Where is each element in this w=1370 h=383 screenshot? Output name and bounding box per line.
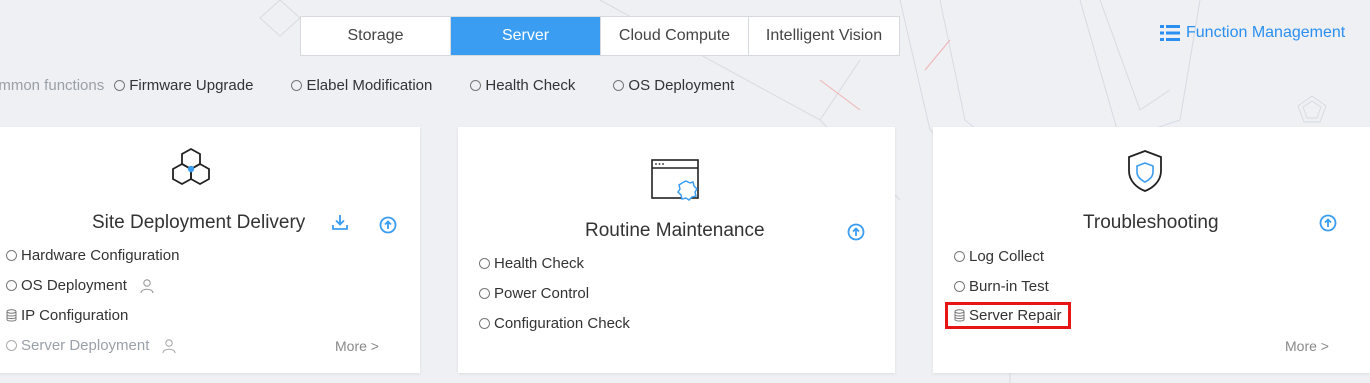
routine-item-label: Configuration Check: [494, 315, 630, 332]
common-function-os-deployment[interactable]: OS Deployment: [613, 77, 734, 94]
common-functions-label: ommon functions: [0, 76, 105, 94]
radio-icon: [114, 79, 126, 91]
common-function-elabel-modification[interactable]: Elabel Modification: [291, 77, 432, 94]
download-icon[interactable]: [331, 213, 349, 231]
site-item-label: Hardware Configuration: [21, 247, 180, 264]
tab-storage[interactable]: Storage: [301, 17, 451, 55]
radio-icon: [479, 288, 490, 299]
site-item-os-deployment[interactable]: OS Deployment: [6, 277, 155, 294]
shield-icon: [1128, 150, 1162, 192]
site-deployment-card: Site Deployment Delivery Hardware Config…: [0, 127, 420, 373]
user-icon: [140, 278, 154, 293]
site-deployment-title: Site Deployment Delivery: [92, 212, 306, 233]
tab-intelligent-vision[interactable]: Intelligent Vision: [749, 17, 899, 55]
radio-icon: [6, 250, 17, 261]
troubleshooting-title: Troubleshooting: [1083, 212, 1219, 233]
function-management-label: Function Management: [1186, 24, 1346, 41]
trouble-more-link[interactable]: More >: [1285, 338, 1329, 354]
common-function-health-check[interactable]: Health Check: [470, 77, 575, 94]
trouble-item-log-collect[interactable]: Log Collect: [954, 248, 1044, 265]
trouble-item-label: Log Collect: [969, 248, 1045, 265]
site-item-label: Server Deployment: [21, 337, 150, 354]
radio-icon: [954, 281, 965, 292]
troubleshooting-card: Troubleshooting Log Collect Burn-in Test…: [933, 127, 1370, 373]
radio-icon: [470, 79, 482, 91]
product-tabs: Storage Server Cloud Compute Intelligent…: [300, 16, 900, 56]
radio-icon: [479, 258, 490, 269]
routine-maintenance-card: Routine Maintenance Health Check Power C…: [458, 127, 895, 373]
trouble-item-label: Server Repair: [969, 307, 1062, 324]
common-function-label: Health Check: [485, 76, 576, 94]
site-item-server-deployment[interactable]: Server Deployment: [6, 337, 177, 354]
database-icon: [6, 309, 17, 322]
hexagon-cluster-icon: [172, 147, 210, 186]
upload-circle-icon[interactable]: [379, 216, 397, 234]
routine-item-health-check[interactable]: Health Check: [479, 255, 584, 272]
site-more-link[interactable]: More >: [335, 338, 379, 354]
site-item-ip-configuration[interactable]: IP Configuration: [6, 307, 128, 324]
window-gear-icon: [651, 159, 699, 201]
radio-icon: [479, 318, 490, 329]
database-icon: [954, 309, 965, 322]
radio-icon: [6, 280, 17, 291]
common-function-label: OS Deployment: [628, 76, 735, 94]
radio-icon: [291, 79, 303, 91]
routine-item-configuration-check[interactable]: Configuration Check: [479, 315, 630, 332]
trouble-item-server-repair[interactable]: Server Repair: [945, 302, 1071, 329]
function-management-link[interactable]: Function Management: [1160, 24, 1345, 42]
site-item-label: IP Configuration: [21, 307, 129, 324]
common-function-label: Firmware Upgrade: [129, 76, 254, 94]
tab-server[interactable]: Server: [451, 17, 601, 55]
common-function-firmware-upgrade[interactable]: Firmware Upgrade: [114, 77, 253, 94]
tab-cloud-compute[interactable]: Cloud Compute: [601, 17, 749, 55]
site-item-label: OS Deployment: [21, 277, 127, 294]
site-item-hardware-configuration[interactable]: Hardware Configuration: [6, 247, 179, 264]
radio-icon: [954, 251, 965, 262]
upload-circle-icon[interactable]: [1319, 214, 1337, 232]
radio-icon: [613, 79, 625, 91]
common-functions-bar: ommon functions Firmware Upgrade Elabel …: [0, 74, 734, 96]
radio-icon: [6, 340, 17, 351]
trouble-item-label: Burn-in Test: [969, 278, 1049, 295]
routine-item-power-control[interactable]: Power Control: [479, 285, 589, 302]
list-icon: [1160, 25, 1180, 41]
upload-circle-icon[interactable]: [847, 223, 865, 241]
routine-item-label: Health Check: [494, 255, 585, 272]
routine-item-label: Power Control: [494, 285, 590, 302]
user-icon: [162, 338, 176, 353]
routine-maintenance-title: Routine Maintenance: [585, 220, 765, 241]
common-function-label: Elabel Modification: [306, 76, 433, 94]
trouble-item-burn-in-test[interactable]: Burn-in Test: [954, 278, 1049, 295]
